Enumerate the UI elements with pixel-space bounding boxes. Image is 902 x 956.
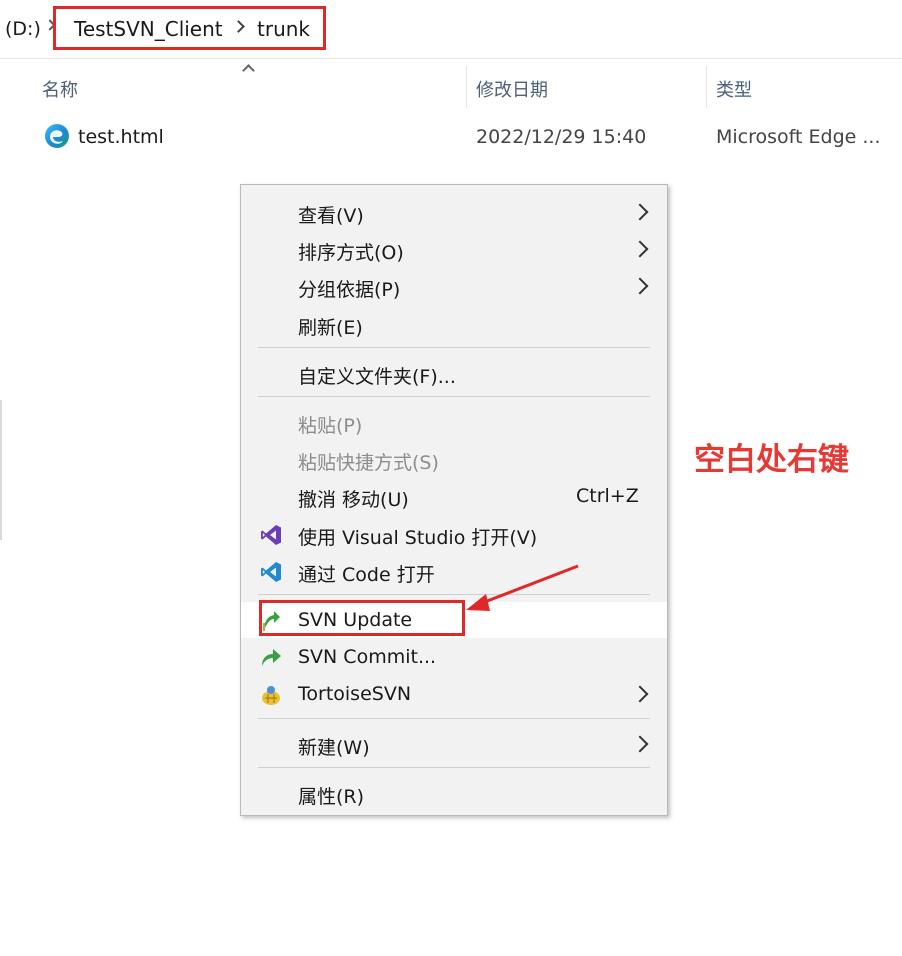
annotation-right-click-text: 空白处右键 <box>694 442 849 478</box>
